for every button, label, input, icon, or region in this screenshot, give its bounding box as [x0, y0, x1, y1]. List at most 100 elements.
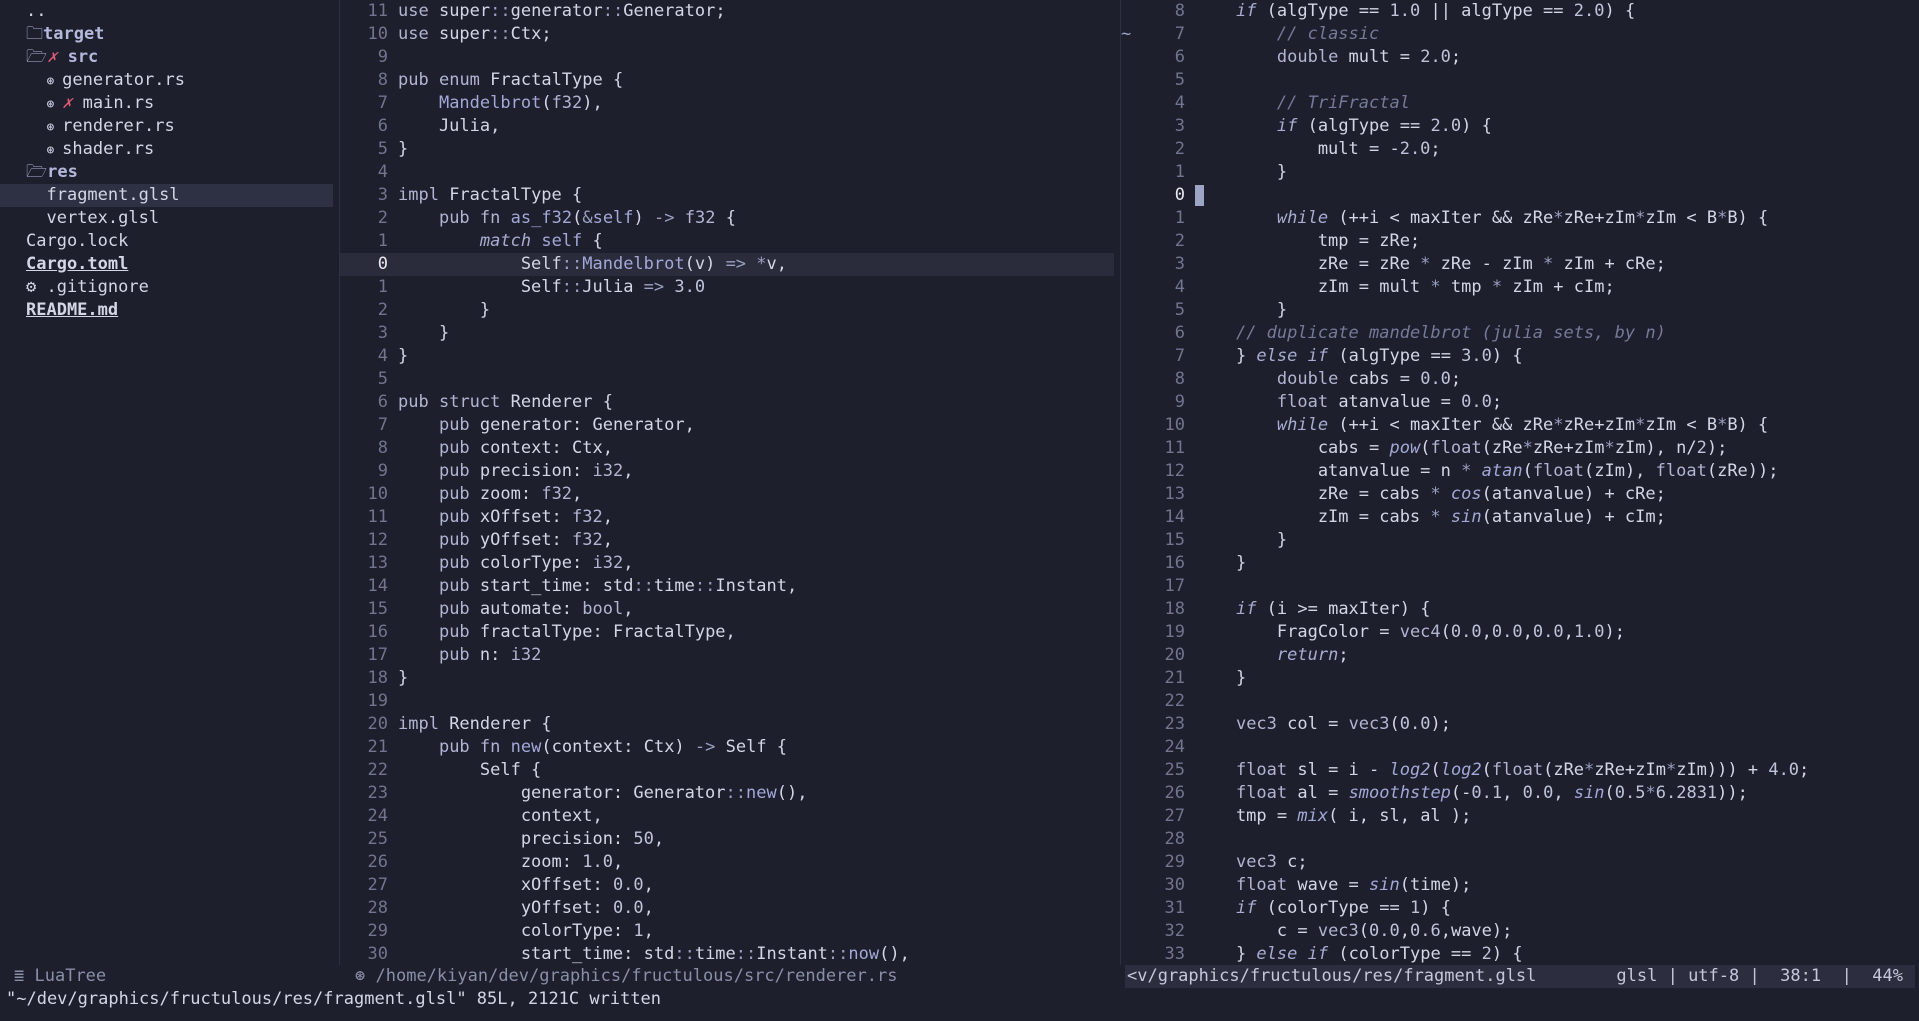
code-line[interactable]: 26 zoom: 1.0,	[340, 851, 1120, 874]
tree-file[interactable]: fragment.glsl	[0, 184, 333, 207]
code-line[interactable]: 13 zRe = cabs * cos(atanvalue) + cRe;	[1121, 483, 1919, 506]
code-line[interactable]: 9 float atanvalue = 0.0;	[1121, 391, 1919, 414]
code-line[interactable]: 24	[1121, 736, 1919, 759]
editor-right-fragment-glsl[interactable]: 8 if (algType == 1.0 || algType == 2.0) …	[1121, 0, 1919, 965]
tree-file[interactable]: ⊛ renderer.rs	[0, 115, 339, 138]
code-line[interactable]: 32 c = vec3(0.0,0.6,wave);	[1121, 920, 1919, 943]
tree-file[interactable]: ⊛ shader.rs	[0, 138, 339, 161]
code-line[interactable]: 7 Mandelbrot(f32),	[340, 92, 1120, 115]
code-line[interactable]: 27 tmp = mix( i, sl, al );	[1121, 805, 1919, 828]
code-line[interactable]: 4 zIm = mult * tmp * zIm + cIm;	[1121, 276, 1919, 299]
code-line[interactable]: 8 pub enum FractalType {	[340, 69, 1120, 92]
code-line[interactable]: 21 }	[1121, 667, 1919, 690]
code-line[interactable]: 11 cabs = pow(float(zRe*zRe+zIm*zIm), n/…	[1121, 437, 1919, 460]
code-line[interactable]: 22	[1121, 690, 1919, 713]
code-line[interactable]: 9 pub precision: i32,	[340, 460, 1120, 483]
tree-file[interactable]: ⚙ .gitignore	[0, 276, 339, 299]
code-line[interactable]: 7 pub generator: Generator,	[340, 414, 1120, 437]
code-line[interactable]: 2 pub fn as_f32(&self) -> f32 {	[340, 207, 1120, 230]
code-line[interactable]: 11 pub xOffset: f32,	[340, 506, 1120, 529]
code-line[interactable]: 3 }	[340, 322, 1120, 345]
code-line[interactable]: 10 pub zoom: f32,	[340, 483, 1120, 506]
code-line[interactable]: 16 }	[1121, 552, 1919, 575]
code-line[interactable]: 2 mult = -2.0;	[1121, 138, 1919, 161]
code-line[interactable]: 5	[1121, 69, 1919, 92]
code-line[interactable]: 12 atanvalue = n * atan(float(zIm), floa…	[1121, 460, 1919, 483]
code-line[interactable]: 24 context,	[340, 805, 1120, 828]
code-line[interactable]: 29 vec3 c;	[1121, 851, 1919, 874]
code-line[interactable]: 30 start_time: std::time::Instant::now()…	[340, 943, 1120, 965]
code-line[interactable]: 17 pub n: i32	[340, 644, 1120, 667]
code-line[interactable]: 28 yOffset: 0.0,	[340, 897, 1120, 920]
tree-file[interactable]: Cargo.lock	[0, 230, 339, 253]
code-line[interactable]: 10 while (++i < maxIter && zRe*zRe+zIm*z…	[1121, 414, 1919, 437]
code-line[interactable]: 27 xOffset: 0.0,	[340, 874, 1120, 897]
code-line[interactable]: 30 float wave = sin(time);	[1121, 874, 1919, 897]
tree-folder[interactable]: 🗁res	[0, 161, 339, 184]
code-line[interactable]: 4}	[340, 345, 1120, 368]
code-line[interactable]: 12 pub yOffset: f32,	[340, 529, 1120, 552]
tree-file[interactable]: ⊛ generator.rs	[0, 69, 339, 92]
code-line[interactable]: 9	[340, 46, 1120, 69]
code-line[interactable]: 19 FragColor = vec4(0.0,0.0,0.0,1.0);	[1121, 621, 1919, 644]
code-line[interactable]: 31 if (colorType == 1) {	[1121, 897, 1919, 920]
editor-left-renderer-rs[interactable]: 11 use super::generator::Generator; 10 use …	[340, 0, 1120, 965]
code-line[interactable]: 14 pub start_time: std::time::Instant,	[340, 575, 1120, 598]
code-line[interactable]: 25 precision: 50,	[340, 828, 1120, 851]
code-line[interactable]: 20 return;	[1121, 644, 1919, 667]
code-line[interactable]: 6 Julia,	[340, 115, 1120, 138]
code-line[interactable]: 8 pub context: Ctx,	[340, 437, 1120, 460]
code-line[interactable]: 7 } else if (algType == 3.0) {	[1121, 345, 1919, 368]
tree-folder[interactable]: 🗁✗ src	[0, 46, 339, 69]
code-line[interactable]: 23 generator: Generator::new(),	[340, 782, 1120, 805]
code-line[interactable]: 8 double cabs = 0.0;	[1121, 368, 1919, 391]
code-line[interactable]: 16 pub fractalType: FractalType,	[340, 621, 1120, 644]
code-line[interactable]: 29 colorType: 1,	[340, 920, 1120, 943]
code-line[interactable]: 6 pub struct Renderer {	[340, 391, 1120, 414]
code-line[interactable]: 1 while (++i < maxIter && zRe*zRe+zIm*zI…	[1121, 207, 1919, 230]
code-line[interactable]: 4	[340, 161, 1120, 184]
code-line[interactable]: 3 zRe = zRe * zRe - zIm * zIm + cRe;	[1121, 253, 1919, 276]
code-line[interactable]: 4 // TriFractal	[1121, 92, 1919, 115]
code-line[interactable]: 0 Self::Mandelbrot(v) => *v,	[340, 253, 1114, 276]
tree-file[interactable]: ⊛ ✗ main.rs	[0, 92, 339, 115]
code-line[interactable]: 28	[1121, 828, 1919, 851]
code-line[interactable]: 15 }	[1121, 529, 1919, 552]
tree-file[interactable]: vertex.glsl	[0, 207, 339, 230]
command-line[interactable]: "~/dev/graphics/fructulous/res/fragment.…	[6, 988, 661, 1011]
code-line[interactable]: 5	[340, 368, 1120, 391]
code-line[interactable]: 25 float sl = i - log2(log2(float(zRe*zR…	[1121, 759, 1919, 782]
code-line[interactable]: 33 } else if (colorType == 2) {	[1121, 943, 1919, 965]
code-line[interactable]: 1 match self {	[340, 230, 1120, 253]
code-line[interactable]: 18}	[340, 667, 1120, 690]
code-line[interactable]: 8 if (algType == 1.0 || algType == 2.0) …	[1121, 0, 1919, 23]
code-line[interactable]: 21 pub fn new(context: Ctx) -> Self {	[340, 736, 1120, 759]
code-line[interactable]: 5}	[340, 138, 1120, 161]
code-line[interactable]: 14 zIm = cabs * sin(atanvalue) + cIm;	[1121, 506, 1919, 529]
code-line[interactable]: 2 tmp = zRe;	[1121, 230, 1919, 253]
code-line[interactable]: 20 impl Renderer {	[340, 713, 1120, 736]
code-line[interactable]: 17	[1121, 575, 1919, 598]
code-line[interactable]: 19	[340, 690, 1120, 713]
code-line[interactable]: 15 pub automate: bool,	[340, 598, 1120, 621]
code-line[interactable]: 6 // duplicate mandelbrot (julia sets, b…	[1121, 322, 1919, 345]
file-tree-panel[interactable]: .. 🗀target 🗁✗ src ⊛ generator.rs ⊛ ✗ main.…	[0, 0, 339, 965]
code-line[interactable]: ~7 // classic	[1121, 23, 1919, 46]
tree-folder[interactable]: 🗀target	[0, 23, 339, 46]
code-line[interactable]: 26 float al = smoothstep(-0.1, 0.0, sin(…	[1121, 782, 1919, 805]
code-line[interactable]: 11 use super::generator::Generator;	[340, 0, 1120, 23]
code-line[interactable]: 13 pub colorType: i32,	[340, 552, 1120, 575]
code-line[interactable]: 23 vec3 col = vec3(0.0);	[1121, 713, 1919, 736]
code-line[interactable]: 3 if (algType == 2.0) {	[1121, 115, 1919, 138]
code-line[interactable]: 1 Self::Julia => 3.0	[340, 276, 1120, 299]
tree-file[interactable]: Cargo.toml	[0, 253, 339, 276]
code-line[interactable]: 3 impl FractalType {	[340, 184, 1120, 207]
tree-file[interactable]: README.md	[0, 299, 339, 322]
code-line[interactable]: 22 Self {	[340, 759, 1120, 782]
code-line[interactable]: 5 }	[1121, 299, 1919, 322]
tree-file[interactable]: ..	[0, 0, 339, 23]
code-line[interactable]: 10 use super::Ctx;	[340, 23, 1120, 46]
code-line[interactable]: 0	[1121, 184, 1919, 207]
code-line[interactable]: 6 double mult = 2.0;	[1121, 46, 1919, 69]
code-line[interactable]: 1 }	[1121, 161, 1919, 184]
